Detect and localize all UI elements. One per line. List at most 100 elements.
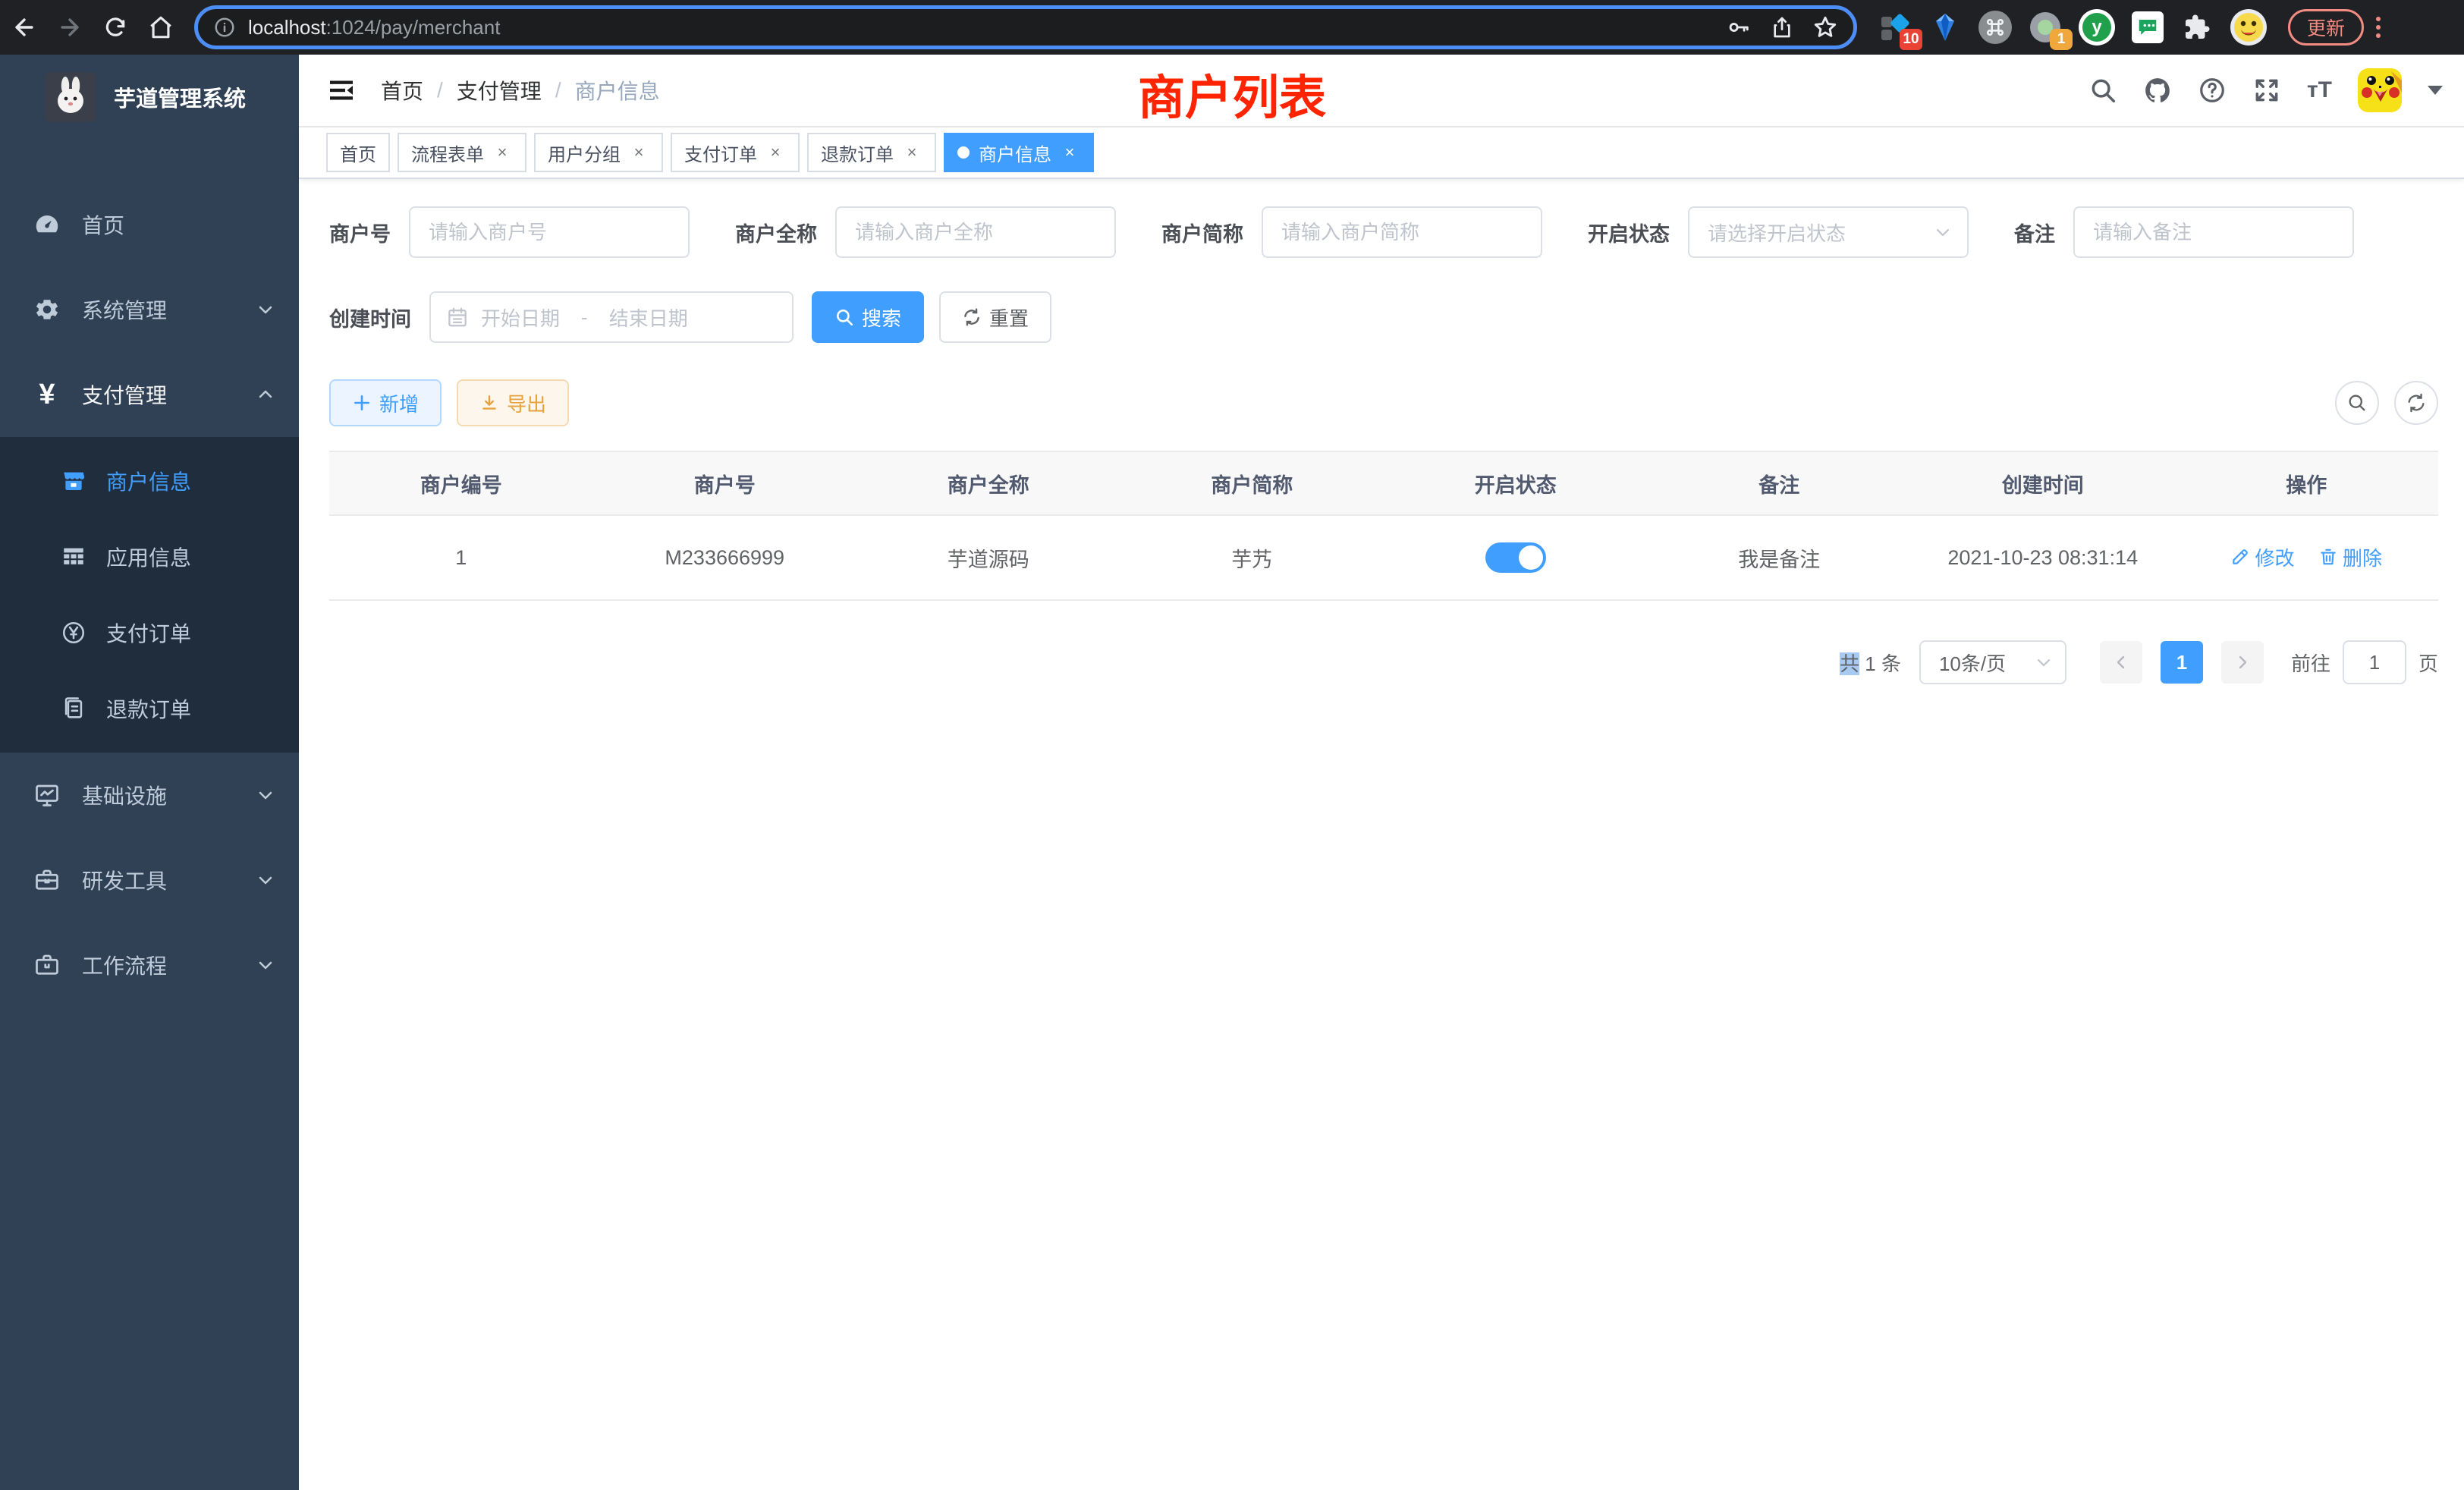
tab-refund-order[interactable]: 退款订单× bbox=[807, 133, 936, 172]
tab-home[interactable]: 首页 bbox=[326, 133, 390, 172]
full-name-input[interactable] bbox=[835, 206, 1116, 258]
fullscreen-icon[interactable] bbox=[2252, 76, 2281, 105]
browser-forward-icon[interactable] bbox=[49, 6, 91, 49]
address-bar[interactable]: localhost:1024/pay/merchant bbox=[194, 5, 1857, 49]
status-select[interactable]: 请选择开启状态 bbox=[1688, 206, 1969, 258]
close-icon[interactable]: × bbox=[765, 142, 786, 163]
app-logo[interactable]: 芋道管理系统 bbox=[0, 55, 299, 140]
sidebar-item-merchant-info[interactable]: 商户信息 bbox=[0, 443, 299, 519]
cell-remark: 我是备注 bbox=[1648, 515, 1912, 600]
github-icon[interactable] bbox=[2143, 76, 2172, 105]
cell-short-name: 芋艿 bbox=[1120, 515, 1384, 600]
help-icon[interactable] bbox=[2198, 76, 2227, 105]
sidebar-item-workflow[interactable]: 工作流程 bbox=[0, 923, 299, 1007]
sidebar-item-label: 首页 bbox=[82, 209, 275, 240]
short-name-input[interactable] bbox=[1262, 206, 1542, 258]
extension-recorder-icon[interactable]: 1 bbox=[2029, 11, 2062, 44]
extension-command-icon[interactable] bbox=[1978, 11, 2012, 44]
profile-avatar-icon[interactable] bbox=[2230, 9, 2267, 46]
extension-blue-diamond-icon[interactable]: 10 bbox=[1878, 11, 1912, 44]
logo-rabbit-icon bbox=[46, 72, 96, 122]
create-time-label: 创建时间 bbox=[329, 303, 411, 332]
extension-chat-icon[interactable] bbox=[2132, 11, 2164, 43]
chevron-down-icon bbox=[2035, 653, 2053, 671]
goto-page-input[interactable] bbox=[2343, 640, 2406, 684]
cell-merchant-no: M233666999 bbox=[593, 515, 857, 600]
breadcrumb-payment[interactable]: 支付管理 bbox=[457, 75, 542, 105]
browser-home-icon[interactable] bbox=[140, 6, 182, 49]
next-page-button[interactable] bbox=[2221, 641, 2264, 684]
prev-page-button[interactable] bbox=[2100, 641, 2142, 684]
close-icon[interactable]: × bbox=[492, 142, 513, 163]
extensions-strip: 10 1 y bbox=[1878, 9, 2267, 46]
share-icon[interactable] bbox=[1770, 15, 1794, 39]
close-icon[interactable]: × bbox=[901, 142, 922, 163]
pagination: 共 1 条 10条/页 1 前往 页 bbox=[329, 640, 2438, 684]
page-size-select[interactable]: 10条/页 bbox=[1919, 640, 2066, 684]
user-avatar[interactable] bbox=[2358, 68, 2402, 112]
add-button[interactable]: 新增 bbox=[329, 379, 442, 426]
active-dot-icon bbox=[957, 146, 970, 159]
tags-view: 首页 流程表单× 用户分组× 支付订单× 退款订单× 商户信息× bbox=[299, 127, 2464, 179]
password-key-icon[interactable] bbox=[1726, 14, 1752, 40]
tab-pay-order[interactable]: 支付订单× bbox=[671, 133, 800, 172]
show-search-toggle-button[interactable] bbox=[2335, 381, 2379, 425]
status-toggle[interactable] bbox=[1485, 542, 1546, 573]
gear-icon bbox=[33, 296, 61, 323]
browser-update-button[interactable]: 更新 bbox=[2288, 9, 2364, 46]
table-header-row: 商户编号 商户号 商户全称 商户简称 开启状态 备注 创建时间 操作 bbox=[329, 451, 2438, 515]
tab-merchant-info[interactable]: 商户信息× bbox=[944, 133, 1094, 172]
user-menu-caret-icon[interactable] bbox=[2428, 86, 2443, 102]
create-time-range-picker[interactable]: 开始日期 - 结束日期 bbox=[429, 291, 794, 343]
sidebar-item-label: 支付管理 bbox=[82, 379, 256, 410]
col-merchant-id: 商户编号 bbox=[329, 451, 593, 515]
sidebar-item-dev-tools[interactable]: 研发工具 bbox=[0, 838, 299, 923]
end-date-placeholder: 结束日期 bbox=[609, 303, 688, 332]
page-number-button[interactable]: 1 bbox=[2161, 641, 2203, 684]
chevron-right-icon bbox=[2233, 653, 2252, 671]
sidebar-item-payment[interactable]: ¥ 支付管理 bbox=[0, 352, 299, 437]
sidebar-item-label: 应用信息 bbox=[106, 542, 191, 572]
close-icon[interactable]: × bbox=[628, 142, 649, 163]
monitor-chart-icon bbox=[33, 781, 61, 809]
main-area: 首页 / 支付管理 / 商户信息 商户列表 bbox=[299, 55, 2464, 1490]
breadcrumb-separator: / bbox=[555, 78, 561, 102]
sidebar-item-pay-order[interactable]: 支付订单 bbox=[0, 595, 299, 671]
close-icon[interactable]: × bbox=[1059, 142, 1080, 163]
sidebar-item-home[interactable]: 首页 bbox=[0, 182, 299, 267]
sidebar-item-system[interactable]: 系统管理 bbox=[0, 267, 299, 352]
tab-user-group[interactable]: 用户分组× bbox=[534, 133, 663, 172]
site-info-icon[interactable] bbox=[213, 16, 236, 39]
remark-input[interactable] bbox=[2073, 206, 2354, 258]
sidebar-item-refund-order[interactable]: 退款订单 bbox=[0, 671, 299, 747]
sidebar-item-app-info[interactable]: 应用信息 bbox=[0, 519, 299, 595]
browser-menu-icon[interactable] bbox=[2376, 17, 2381, 38]
sidebar-item-infrastructure[interactable]: 基础设施 bbox=[0, 753, 299, 838]
toolbox-icon bbox=[33, 866, 61, 894]
font-size-icon[interactable]: тT bbox=[2307, 77, 2332, 103]
sidebar-menu: 首页 系统管理 ¥ 支付管理 bbox=[0, 182, 299, 1007]
app-window: 芋道管理系统 首页 系统管理 ¥ 支付管理 bbox=[0, 55, 2464, 1490]
yen-circle-icon bbox=[61, 620, 86, 646]
search-icon[interactable] bbox=[2088, 76, 2117, 105]
merchant-no-label: 商户号 bbox=[329, 218, 391, 247]
search-button[interactable]: 搜索 bbox=[812, 291, 924, 343]
extensions-puzzle-icon[interactable] bbox=[2180, 11, 2214, 44]
extension-y-icon[interactable]: y bbox=[2079, 9, 2115, 46]
sidebar-fold-icon[interactable] bbox=[326, 75, 357, 105]
browser-reload-icon[interactable] bbox=[94, 6, 137, 49]
delete-button[interactable]: 删除 bbox=[2318, 543, 2382, 571]
browser-back-icon[interactable] bbox=[3, 6, 46, 49]
edit-button[interactable]: 修改 bbox=[2230, 543, 2294, 571]
sidebar-item-label: 工作流程 bbox=[82, 950, 256, 980]
reset-button[interactable]: 重置 bbox=[939, 291, 1051, 343]
chevron-down-icon bbox=[256, 300, 275, 319]
bookmark-star-icon[interactable] bbox=[1812, 14, 1838, 40]
merchant-no-input[interactable] bbox=[409, 206, 690, 258]
extension-gem-icon[interactable] bbox=[1928, 11, 1962, 44]
export-button[interactable]: 导出 bbox=[457, 379, 569, 426]
dashboard-icon bbox=[33, 211, 61, 238]
refresh-table-button[interactable] bbox=[2394, 381, 2438, 425]
breadcrumb-home[interactable]: 首页 bbox=[381, 75, 423, 105]
tab-process-form[interactable]: 流程表单× bbox=[398, 133, 526, 172]
